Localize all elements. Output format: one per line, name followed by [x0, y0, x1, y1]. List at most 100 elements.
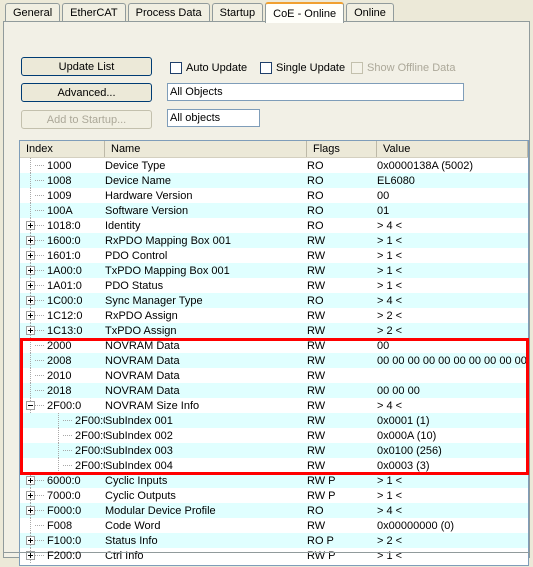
cell-name: PDO Status	[105, 279, 164, 292]
cell-value[interactable]: 0x0003 (3)	[377, 460, 528, 472]
table-row[interactable]: 2F00:04SubIndex 004 RW 0x0003 (3)	[20, 458, 528, 473]
tab-general[interactable]: General	[5, 3, 61, 22]
cell-index: 1C00:0	[20, 293, 105, 308]
auto-update-checkbox[interactable]: Auto Update	[170, 61, 247, 75]
cell-flags: RW	[307, 444, 326, 457]
expand-plus-icon[interactable]	[26, 266, 35, 275]
column-header-index[interactable]: Index	[20, 141, 105, 157]
cell-value[interactable]: > 4 <	[377, 295, 528, 307]
cell-value[interactable]: 0x0100 (256)	[377, 445, 528, 457]
table-row[interactable]: 1018:0 Identity RO > 4 <	[20, 218, 528, 233]
single-update-checkbox[interactable]: Single Update	[260, 61, 345, 75]
table-row[interactable]: 1600:0 RxPDO Mapping Box 001 RW > 1 <	[20, 233, 528, 248]
expand-plus-icon[interactable]	[26, 491, 35, 500]
tab-online[interactable]: Online	[346, 3, 394, 22]
update-list-button[interactable]: Update List	[21, 57, 152, 76]
cell-value[interactable]: 0x0000138A (5002)	[377, 160, 528, 172]
tree-connector-icon	[35, 240, 44, 241]
cell-value[interactable]: > 1 <	[377, 250, 528, 262]
cell-flags: RW	[307, 234, 326, 247]
cell-value[interactable]: > 1 <	[377, 280, 528, 292]
cell-value[interactable]: > 2 <	[377, 310, 528, 322]
cell-value[interactable]: 0x000A (10)	[377, 430, 528, 442]
tab-process-data[interactable]: Process Data	[127, 3, 210, 22]
table-row[interactable]: 1C13:0 TxPDO Assign RW > 2 <	[20, 323, 528, 338]
expand-plus-icon[interactable]	[26, 476, 35, 485]
cell-value[interactable]: EL6080	[377, 175, 528, 187]
table-row[interactable]: F200:0 Ctrl Info RW P > 1 <	[20, 548, 528, 563]
tab-startup[interactable]: Startup	[211, 3, 264, 22]
cell-value[interactable]: 00	[377, 190, 528, 202]
cell-value[interactable]: > 2 <	[377, 325, 528, 337]
cell-index: 1601:0	[20, 248, 105, 263]
cell-value[interactable]: 00 00 00	[377, 385, 528, 397]
index-text: 2F00:02	[75, 429, 105, 442]
cell-name: TxPDO Assign	[105, 324, 177, 337]
table-row[interactable]: 2F00:0 NOVRAM Size Info RW > 4 <	[20, 398, 528, 413]
expand-plus-icon[interactable]	[26, 251, 35, 260]
tree-connector-icon	[35, 300, 44, 301]
cell-value[interactable]: > 1 <	[377, 265, 528, 277]
coe-object-list[interactable]: Index Name Flags Value 1000 Device Type RO 0x0…	[19, 140, 529, 566]
cell-value[interactable]: > 1 <	[377, 475, 528, 487]
cell-value[interactable]: > 2 <	[377, 535, 528, 547]
cell-name: RxPDO Mapping Box 001	[105, 234, 231, 247]
expand-plus-icon[interactable]	[26, 326, 35, 335]
expand-plus-icon[interactable]	[26, 236, 35, 245]
table-row[interactable]: 2F00:01SubIndex 001 RW 0x0001 (1)	[20, 413, 528, 428]
table-row[interactable]: 1009 Hardware Version RO 00	[20, 188, 528, 203]
table-row[interactable]: 1A00:0 TxPDO Mapping Box 001 RW > 1 <	[20, 263, 528, 278]
table-row[interactable]: 1A01:0 PDO Status RW > 1 <	[20, 278, 528, 293]
tab-coe-online[interactable]: CoE - Online	[265, 2, 345, 23]
column-header-flags[interactable]: Flags	[307, 141, 377, 157]
cell-value[interactable]: > 4 <	[377, 505, 528, 517]
cell-value[interactable]: 00 00 00 00 00 00 00 00 00 00	[377, 355, 528, 367]
cell-value[interactable]: 0x00000000 (0)	[377, 520, 528, 532]
table-row[interactable]: 2F00:03SubIndex 003 RW 0x0100 (256)	[20, 443, 528, 458]
expand-plus-icon[interactable]	[26, 506, 35, 515]
advanced-button[interactable]: Advanced...	[21, 83, 152, 102]
expand-plus-icon[interactable]	[26, 536, 35, 545]
tree-spine-icon	[30, 353, 31, 368]
cell-value[interactable]: > 4 <	[377, 220, 528, 232]
tree-connector-icon	[35, 285, 44, 286]
table-row[interactable]: 2F00:02SubIndex 002 RW 0x000A (10)	[20, 428, 528, 443]
expand-plus-icon[interactable]	[26, 311, 35, 320]
cell-value[interactable]: 00	[377, 340, 528, 352]
table-row[interactable]: 2018 NOVRAM Data RW 00 00 00	[20, 383, 528, 398]
cell-value[interactable]: 01	[377, 205, 528, 217]
column-header-value[interactable]: Value	[377, 141, 528, 157]
table-row[interactable]: 7000:0 Cyclic Outputs RW P > 1 <	[20, 488, 528, 503]
index-text: 2F00:04	[75, 459, 105, 472]
table-row[interactable]: F008 Code Word RW 0x00000000 (0)	[20, 518, 528, 533]
expand-plus-icon[interactable]	[26, 281, 35, 290]
table-row[interactable]: 1000 Device Type RO 0x0000138A (5002)	[20, 158, 528, 173]
table-row[interactable]: 2008 NOVRAM Data RW 00 00 00 00 00 00 00 00…	[20, 353, 528, 368]
cell-flags: RW P	[307, 474, 336, 487]
table-row[interactable]: 2010 NOVRAM Data RW	[20, 368, 528, 383]
cell-value[interactable]: > 1 <	[377, 235, 528, 247]
cell-value[interactable]: > 1 <	[377, 490, 528, 502]
table-row[interactable]: 6000:0 Cyclic Inputs RW P > 1 <	[20, 473, 528, 488]
table-row[interactable]: 100A Software Version RO 01	[20, 203, 528, 218]
cell-value[interactable]: 0x0001 (1)	[377, 415, 528, 427]
cell-name: SubIndex 001	[105, 414, 173, 427]
column-header-name[interactable]: Name	[105, 141, 307, 157]
tab-ethercat[interactable]: EtherCAT	[62, 3, 126, 22]
cell-index: 100A	[20, 203, 105, 218]
collapse-minus-icon[interactable]	[26, 401, 35, 410]
expand-plus-icon[interactable]	[26, 296, 35, 305]
table-row[interactable]: 1601:0 PDO Control RW > 1 <	[20, 248, 528, 263]
index-text: F008	[47, 519, 73, 532]
objects-filter-field[interactable]: All Objects	[167, 83, 464, 101]
cell-index: F000:0	[20, 503, 105, 518]
table-row[interactable]: F000:0 Modular Device Profile RO > 4 <	[20, 503, 528, 518]
table-row[interactable]: 1008 Device Name RO EL6080	[20, 173, 528, 188]
table-row[interactable]: 1C12:0 RxPDO Assign RW > 2 <	[20, 308, 528, 323]
table-row[interactable]: F100:0 Status Info RO P > 2 <	[20, 533, 528, 548]
cell-value[interactable]: > 4 <	[377, 400, 528, 412]
table-row[interactable]: 2000 NOVRAM Data RW 00	[20, 338, 528, 353]
table-row[interactable]: 1C00:0 Sync Manager Type RO > 4 <	[20, 293, 528, 308]
objects-type-field[interactable]: All objects	[167, 109, 260, 127]
expand-plus-icon[interactable]	[26, 221, 35, 230]
